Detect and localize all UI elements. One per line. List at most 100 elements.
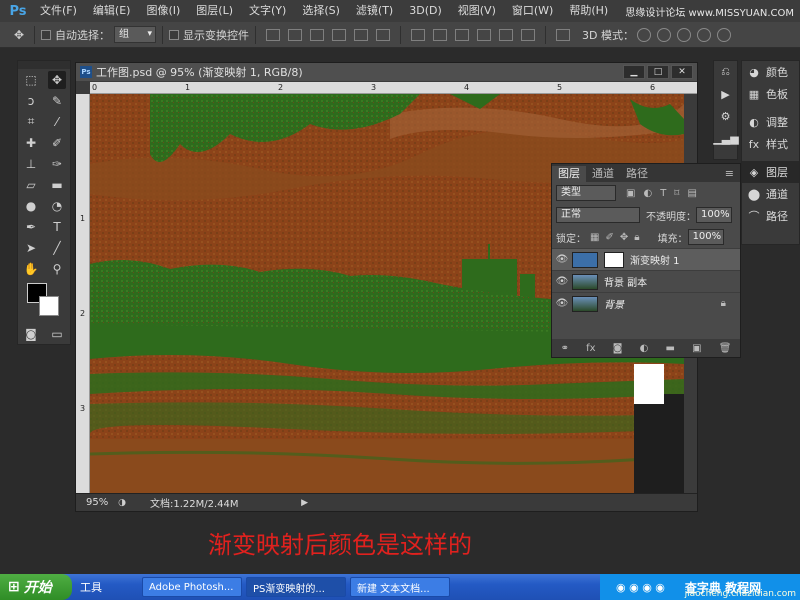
crop-tool-icon[interactable]: ⌗ <box>22 113 40 131</box>
filter-shape-icon[interactable]: ⌑ <box>674 188 679 199</box>
history-brush-icon[interactable]: ✑ <box>48 155 66 173</box>
distribute-bottom-icon[interactable] <box>455 28 469 41</box>
dock-swatches[interactable]: ▦ 色板 <box>742 83 799 105</box>
pen-tool-icon[interactable]: ✒ <box>22 218 40 236</box>
3d-slide-icon[interactable] <box>696 27 711 42</box>
dock-paths[interactable]: ⌒ 路径 <box>742 205 799 227</box>
add-mask-icon[interactable]: ◙ <box>613 343 623 354</box>
align-right-icon[interactable] <box>376 28 390 41</box>
lock-all-icon[interactable]: 🔒︎ <box>634 232 639 243</box>
filter-type-icon[interactable]: T <box>660 188 666 199</box>
history-panel-icon[interactable]: ⎌ <box>714 61 737 83</box>
link-layers-icon[interactable]: ⚭ <box>561 343 569 354</box>
distribute-vcenter-icon[interactable] <box>433 28 447 41</box>
maximize-button[interactable]: □ <box>647 65 669 79</box>
quick-launch-tools[interactable]: 工具 <box>80 579 102 595</box>
line-tool-icon[interactable]: ╱ <box>48 239 66 257</box>
distribute-hcenter-icon[interactable] <box>499 28 513 41</box>
status-menu-icon[interactable]: ◑ <box>116 497 128 509</box>
3d-pan-icon[interactable] <box>676 27 691 42</box>
marquee-tool-icon[interactable]: ⬚ <box>22 71 40 89</box>
healing-tool-icon[interactable]: ✚ <box>22 134 40 152</box>
menu-help[interactable]: 帮助(H) <box>561 0 616 22</box>
visibility-eye-icon[interactable]: 👁︎ <box>552 254 572 265</box>
menu-filter[interactable]: 滤镜(T) <box>348 0 401 22</box>
lasso-tool-icon[interactable]: ↄ <box>22 92 40 110</box>
align-vcenter-icon[interactable] <box>288 28 302 41</box>
menu-type[interactable]: 文字(Y) <box>241 0 294 22</box>
hand-tool-icon[interactable]: ✋ <box>22 260 40 278</box>
layer-style-icon[interactable]: fx <box>586 343 595 354</box>
distribute-top-icon[interactable] <box>411 28 425 41</box>
align-top-icon[interactable] <box>266 28 280 41</box>
3d-rotate-icon[interactable] <box>636 27 651 42</box>
layer-row-background-copy[interactable]: 👁︎ 背景 副本 <box>552 270 740 292</box>
tab-layers[interactable]: 图层 <box>552 166 586 182</box>
new-layer-icon[interactable]: ▣ <box>692 343 701 354</box>
delete-layer-icon[interactable]: 🗑︎ <box>719 343 732 354</box>
new-adjustment-icon[interactable]: ◐ <box>640 343 649 354</box>
brush-tool-icon[interactable]: ✐ <box>48 134 66 152</box>
eraser-tool-icon[interactable]: ▱ <box>22 176 40 194</box>
layer-filter-dropdown[interactable]: 类型 <box>556 185 616 201</box>
toolbox-grip[interactable] <box>18 61 70 69</box>
auto-align-icon[interactable] <box>556 28 570 41</box>
menu-edit[interactable]: 编辑(E) <box>85 0 139 22</box>
menu-select[interactable]: 选择(S) <box>294 0 348 22</box>
tab-paths[interactable]: 路径 <box>620 166 654 182</box>
type-tool-icon[interactable]: T <box>48 218 66 236</box>
3d-roll-icon[interactable] <box>656 27 671 42</box>
minimize-button[interactable]: ▁ <box>623 65 645 79</box>
align-left-icon[interactable] <box>332 28 346 41</box>
new-group-icon[interactable]: ▬ <box>665 343 674 354</box>
screen-mode-icon[interactable]: ▭ <box>48 325 66 343</box>
dock-adjustments[interactable]: ◐ 调整 <box>742 111 799 133</box>
menu-3d[interactable]: 3D(D) <box>401 0 450 22</box>
lock-image-icon[interactable]: ✐ <box>605 232 613 243</box>
zoom-tool-icon[interactable]: ⚲ <box>48 260 66 278</box>
close-button[interactable]: ✕ <box>671 65 693 79</box>
menu-view[interactable]: 视图(V) <box>450 0 504 22</box>
menu-image[interactable]: 图像(I) <box>138 0 188 22</box>
dock-color[interactable]: ◕ 颜色 <box>742 61 799 83</box>
layer-row-gradient-map[interactable]: 👁︎ 渐变映射 1 <box>552 248 740 270</box>
gradient-tool-icon[interactable]: ▬ <box>48 176 66 194</box>
dodge-tool-icon[interactable]: ◔ <box>48 197 66 215</box>
align-bottom-icon[interactable] <box>310 28 324 41</box>
tray-icons[interactable]: ◉ ◉ ◉ ◉ <box>616 581 665 594</box>
menu-window[interactable]: 窗口(W) <box>504 0 561 22</box>
visibility-eye-icon[interactable]: 👁︎ <box>552 276 572 287</box>
blend-mode-dropdown[interactable]: 正常 <box>556 207 640 223</box>
zoom-level[interactable]: 95% <box>86 497 116 508</box>
dock-styles[interactable]: fx 样式 <box>742 133 799 155</box>
quick-select-tool-icon[interactable]: ✎ <box>48 92 66 110</box>
visibility-eye-icon[interactable]: 👁︎ <box>552 298 572 309</box>
filter-adjust-icon[interactable]: ◐ <box>643 188 652 199</box>
tab-channels[interactable]: 通道 <box>586 166 620 182</box>
layer-mask-thumb[interactable] <box>604 251 624 268</box>
opacity-input[interactable]: 100% <box>696 207 732 223</box>
taskbar-notepad[interactable]: 新建 文本文档... <box>350 577 450 597</box>
menu-layer[interactable]: 图层(L) <box>188 0 241 22</box>
layer-row-background[interactable]: 👁︎ 背景 🔒︎ <box>552 292 740 314</box>
actions-panel-icon[interactable]: ▶ <box>714 83 737 105</box>
dock-layers[interactable]: ◈ 图层 <box>742 161 799 183</box>
tool-presets-icon[interactable]: ⚙ <box>714 105 737 127</box>
quick-mask-icon[interactable]: ◙ <box>22 325 40 343</box>
document-titlebar[interactable]: Ps 工作图.psd @ 95% (渐变映射 1, RGB/8) ▁ □ ✕ <box>76 63 697 81</box>
path-select-tool-icon[interactable]: ➤ <box>22 239 40 257</box>
panel-menu-icon[interactable]: ≡ <box>719 166 740 182</box>
auto-select-dropdown[interactable]: 组 <box>114 26 156 43</box>
filter-pixel-icon[interactable]: ▣ <box>626 188 635 199</box>
histogram-icon[interactable]: ▁▃▅ <box>713 127 738 149</box>
menu-file[interactable]: 文件(F) <box>32 0 85 22</box>
3d-scale-icon[interactable] <box>716 27 731 42</box>
lock-transparent-icon[interactable]: ▦ <box>590 232 599 243</box>
start-button[interactable]: ⊞ 开始 <box>0 574 72 600</box>
dock-channels[interactable]: ⬤ 通道 <box>742 183 799 205</box>
lock-position-icon[interactable]: ✥ <box>620 232 628 243</box>
align-hcenter-icon[interactable] <box>354 28 368 41</box>
auto-select-checkbox[interactable] <box>41 29 51 40</box>
status-arrow-icon[interactable]: ▶ <box>299 497 311 509</box>
distribute-left-icon[interactable] <box>477 28 491 41</box>
